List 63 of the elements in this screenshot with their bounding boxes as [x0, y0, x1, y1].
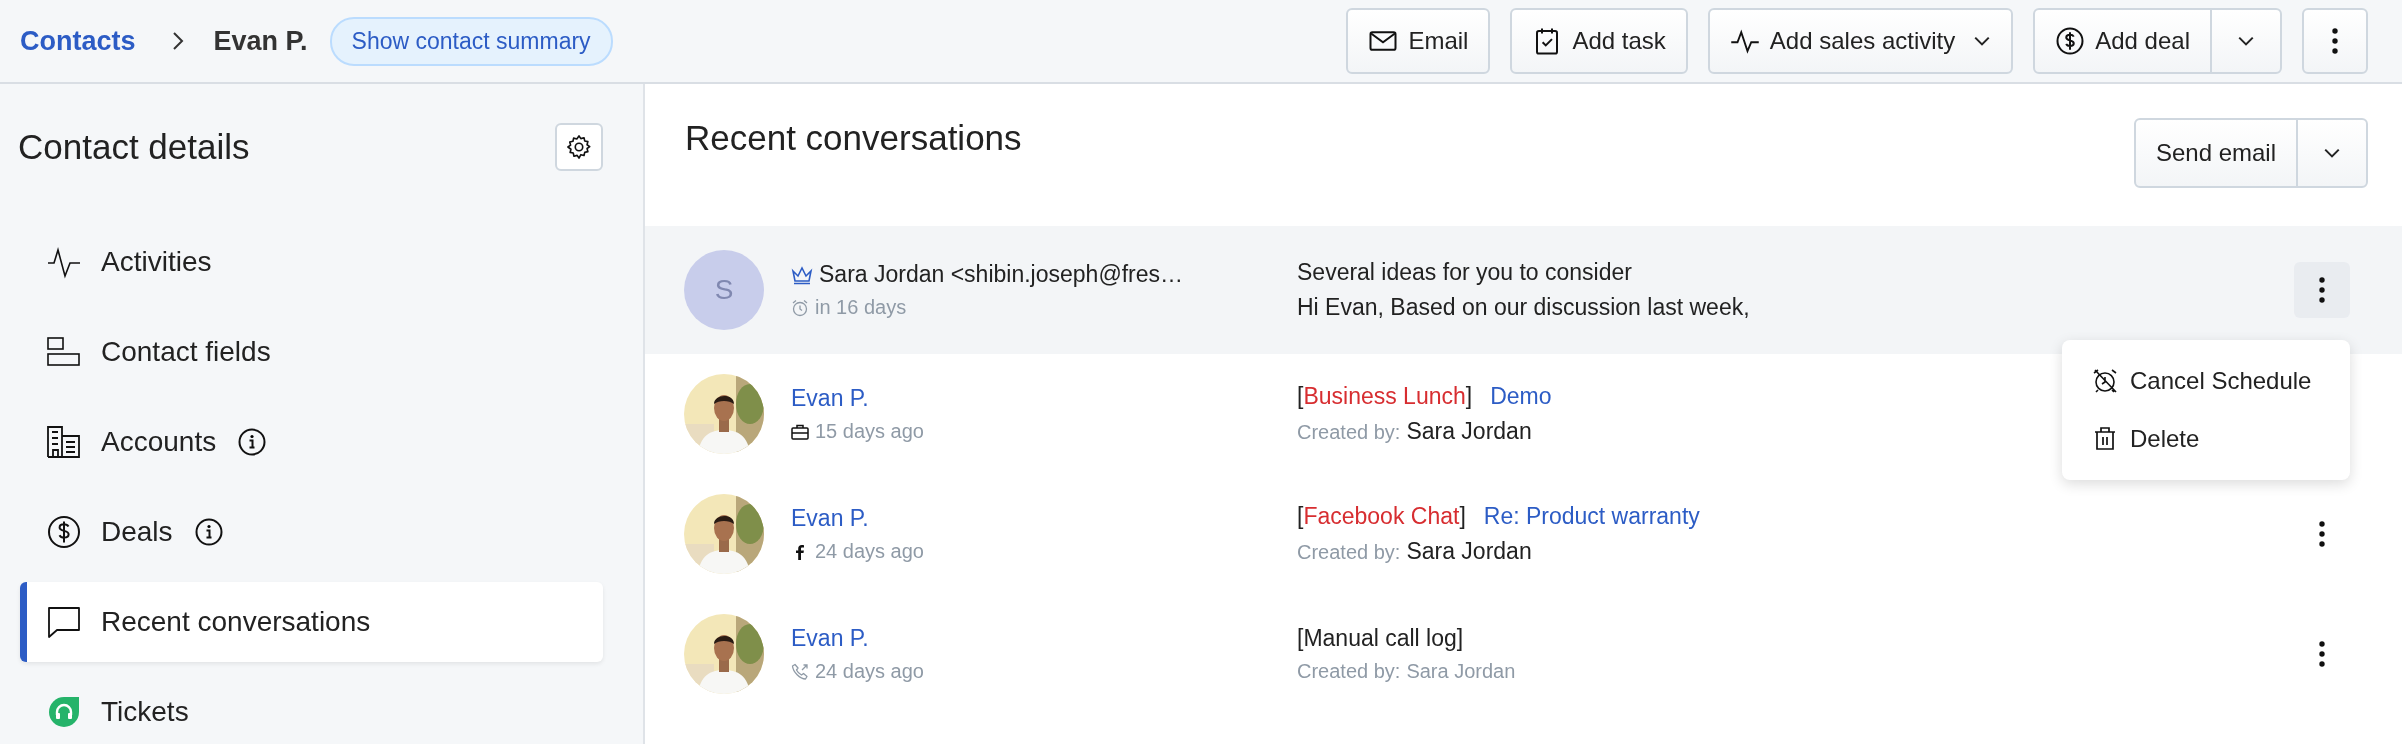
headset-icon: [47, 695, 81, 729]
crown-icon: [791, 264, 813, 285]
timestamp: 15 days ago: [815, 420, 924, 443]
toolbar-button[interactable]: Add sales activity: [1707, 8, 2014, 74]
sidebar-item[interactable]: Deals: [20, 492, 603, 572]
toolbar-button[interactable]: Add task: [1510, 8, 1688, 74]
building-icon: [47, 425, 81, 459]
created-by-label: Created by:: [1297, 660, 1401, 682]
menu-item[interactable]: Delete: [2062, 410, 2350, 468]
speech-bubble-icon: [47, 605, 81, 639]
sender-name[interactable]: Evan P.: [791, 505, 869, 532]
phone-icon: [791, 662, 809, 681]
created-by-label: Created by:: [1297, 421, 1401, 443]
kebab-icon: [2319, 521, 2325, 547]
activity-type-label: [Facebook Chat]: [1297, 503, 1466, 529]
sidebar-item[interactable]: Tickets: [20, 672, 603, 744]
chevron-right-icon: [171, 31, 184, 51]
sender-name[interactable]: Evan P.: [791, 625, 869, 652]
creator-name: Sara Jordan: [1406, 660, 1516, 682]
kebab-icon: [2319, 641, 2325, 667]
send-email-button[interactable]: Send email: [2135, 120, 2296, 186]
menu-item[interactable]: Cancel Schedule: [2062, 352, 2350, 410]
conversation-title-link[interactable]: Re: Product warranty: [1483, 503, 1700, 529]
kebab-icon: [2332, 28, 2338, 54]
settings-button[interactable]: [555, 123, 603, 171]
sidebar-item[interactable]: Contact fields: [20, 312, 603, 392]
creator-name: Sara Jordan: [1406, 418, 1532, 444]
contacts-link[interactable]: Contacts: [20, 25, 136, 57]
sender-name: Sara Jordan <shibin.joseph@fres…: [819, 261, 1184, 288]
dollar-icon: [2055, 26, 2086, 56]
dollar-icon: [47, 515, 81, 549]
row-options-button[interactable]: [2294, 262, 2350, 318]
sidebar-item[interactable]: Activities: [20, 222, 603, 302]
toolbar-button[interactable]: Email: [1346, 8, 1491, 74]
conversation-title-link[interactable]: Demo: [1490, 383, 1552, 409]
settings-icon: [565, 133, 593, 161]
created-by-label: Created by:: [1297, 541, 1401, 563]
sender-name[interactable]: Evan P.: [791, 385, 869, 412]
sidebar-item[interactable]: Accounts: [20, 402, 603, 482]
sidebar-title: Contact details: [18, 127, 250, 167]
creator-name: Sara Jordan: [1406, 538, 1532, 564]
activity-type-label: [Manual call log]: [1297, 625, 1464, 651]
trash-icon: [2092, 426, 2118, 452]
form-fields-icon: [47, 335, 81, 369]
alarm-off-icon: [2092, 368, 2118, 394]
section-title: Recent conversations: [685, 118, 1022, 158]
kebab-icon: [2319, 277, 2325, 303]
briefcase-icon: [791, 422, 809, 441]
timestamp: 24 days ago: [815, 540, 924, 563]
activity-type-label: [Business Lunch]: [1297, 383, 1473, 409]
sidebar-item[interactable]: Recent conversations: [20, 582, 603, 662]
caret-icon: [2323, 147, 2341, 159]
timestamp: in 16 days: [815, 296, 907, 319]
show-summary-button[interactable]: Show contact summary: [329, 16, 613, 66]
avatar: S: [684, 250, 764, 330]
email-preview: Hi Evan, Based on our discussion last week,: [1297, 294, 1751, 321]
alarm-clock-icon: [791, 298, 809, 317]
contact-name: Evan P.: [213, 25, 308, 57]
email-subject: Several ideas for you to consider: [1297, 259, 1633, 286]
timestamp: 24 days ago: [815, 660, 924, 683]
caret-icon: [2237, 35, 2255, 47]
toolbar-button[interactable]: Add deal: [2035, 10, 2210, 72]
conversation-row[interactable]: S Sara Jordan <shibin.joseph@fres… in 16 days Several ideas for you to consider Hi Evan, Based on our discussion last week,: [645, 226, 2402, 354]
